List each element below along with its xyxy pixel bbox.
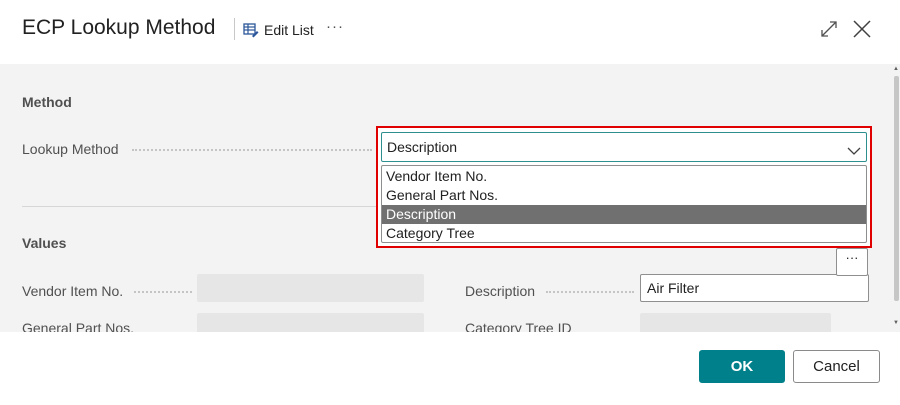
chevron-down-icon[interactable]	[847, 143, 861, 161]
general-part-nos-field[interactable]	[197, 313, 424, 332]
category-tree-id-field[interactable]	[640, 313, 831, 332]
label-leader-dots	[132, 149, 372, 151]
option-vendor-item-no[interactable]: Vendor Item No.	[382, 167, 866, 186]
lookup-method-select[interactable]: Description	[381, 132, 867, 162]
header-separator	[234, 18, 235, 40]
dialog-title: ECP Lookup Method	[22, 16, 216, 39]
section-title-method: Method	[22, 94, 72, 110]
scrollbar-thumb[interactable]	[894, 76, 899, 301]
section-title-values: Values	[22, 235, 67, 251]
close-icon[interactable]	[852, 19, 872, 44]
label-leader-dots	[546, 291, 634, 293]
vendor-item-no-label: Vendor Item No.	[22, 283, 124, 299]
edit-list-button[interactable]: Edit List	[243, 20, 314, 40]
lookup-method-options-list: Vendor Item No. General Part Nos. Descri…	[381, 165, 867, 243]
description-field[interactable]: Air Filter	[640, 274, 869, 302]
description-label: Description	[465, 283, 536, 299]
ok-button[interactable]: OK	[699, 350, 785, 383]
expand-icon[interactable]	[820, 20, 838, 43]
more-options-button[interactable]: ···	[326, 18, 344, 35]
edit-list-label: Edit List	[264, 22, 314, 38]
category-tree-assist-button[interactable]: ···	[836, 248, 868, 276]
vendor-item-no-field[interactable]	[197, 274, 424, 302]
option-description[interactable]: Description	[382, 205, 866, 224]
lookup-method-selected-value: Description	[387, 139, 458, 155]
lookup-method-label: Lookup Method	[22, 141, 119, 157]
scroll-up-icon[interactable]: ▲	[893, 66, 899, 72]
scroll-down-icon[interactable]: ▼	[893, 320, 899, 326]
edit-list-icon	[243, 22, 259, 38]
cancel-button[interactable]: Cancel	[793, 350, 880, 383]
category-tree-id-label: Category Tree ID	[465, 320, 572, 332]
general-part-nos-label: General Part Nos.	[22, 320, 135, 332]
option-category-tree[interactable]: Category Tree	[382, 224, 866, 243]
option-general-part-nos[interactable]: General Part Nos.	[382, 186, 866, 205]
label-leader-dots	[134, 291, 192, 293]
